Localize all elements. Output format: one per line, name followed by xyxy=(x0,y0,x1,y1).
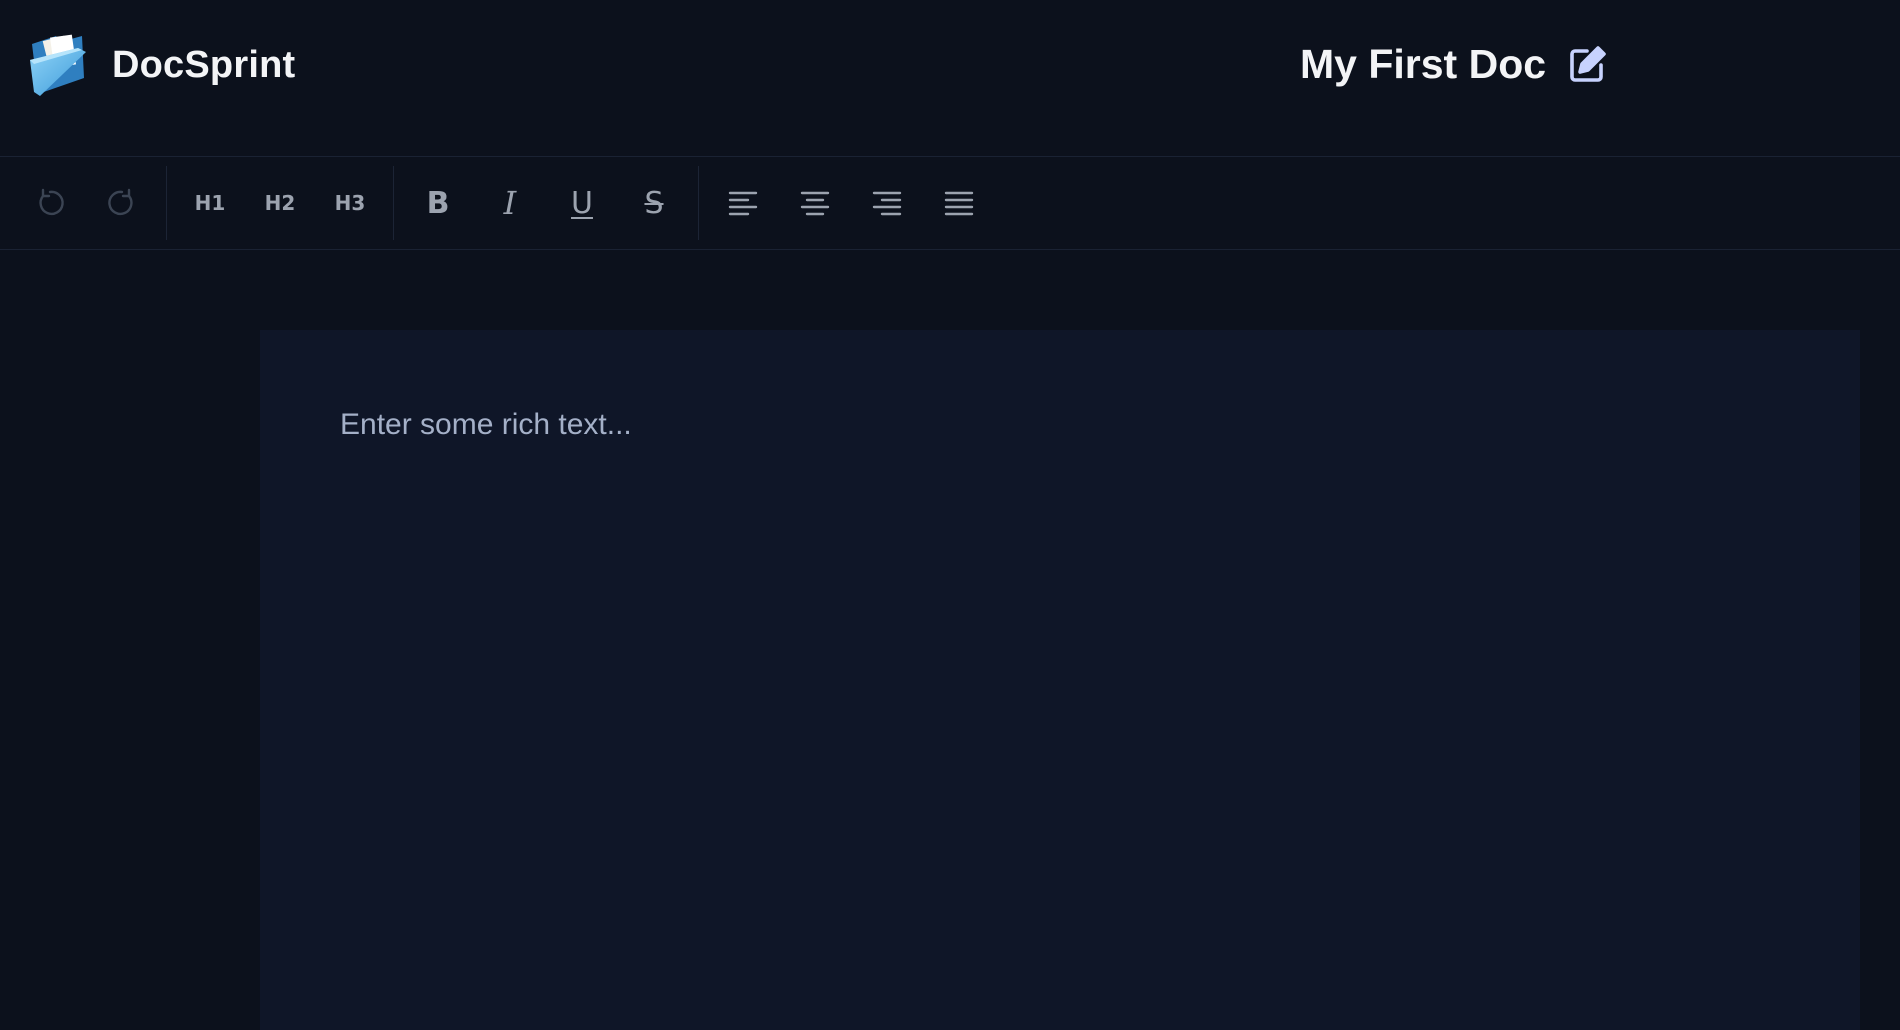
align-group xyxy=(707,157,995,249)
underline-button[interactable]: U xyxy=(550,171,614,235)
app-root: DocSprint My First Doc H1 H2 H3 B I U S … xyxy=(0,0,1900,1030)
heading-3-button[interactable]: H3 xyxy=(318,171,382,235)
align-left-icon xyxy=(728,191,758,216)
redo-button[interactable] xyxy=(90,171,154,235)
undo-icon xyxy=(39,188,64,216)
history-group xyxy=(14,157,158,249)
brand[interactable]: DocSprint xyxy=(26,30,295,100)
editor-area: Enter some rich text... xyxy=(0,250,1900,1030)
doc-title-area: My First Doc xyxy=(1300,38,1610,90)
format-group: B I U S xyxy=(402,157,690,249)
align-justify-icon xyxy=(944,191,974,216)
italic-button[interactable]: I xyxy=(478,171,542,235)
undo-button[interactable] xyxy=(18,171,82,235)
edit-icon xyxy=(1570,46,1606,82)
toolbar-divider xyxy=(393,166,394,240)
bold-icon: B xyxy=(426,185,450,221)
rich-text-editor[interactable]: Enter some rich text... xyxy=(260,330,1860,1030)
doc-title[interactable]: My First Doc xyxy=(1300,41,1546,88)
editor-placeholder: Enter some rich text... xyxy=(340,408,632,441)
editor-toolbar: H1 H2 H3 B I U S xyxy=(0,156,1900,250)
align-right-icon xyxy=(872,191,902,216)
align-center-button[interactable] xyxy=(783,171,847,235)
align-left-button[interactable] xyxy=(711,171,775,235)
edit-title-button[interactable] xyxy=(1566,42,1610,86)
heading-1-button[interactable]: H1 xyxy=(178,171,242,235)
heading-group: H1 H2 H3 xyxy=(175,157,385,249)
align-justify-button[interactable] xyxy=(927,171,991,235)
underline-icon: U xyxy=(571,185,593,221)
app-name: DocSprint xyxy=(112,43,296,86)
align-right-button[interactable] xyxy=(855,171,919,235)
toolbar-divider xyxy=(166,166,167,240)
align-center-icon xyxy=(800,191,830,216)
strikethrough-button[interactable]: S xyxy=(622,171,686,235)
bold-button[interactable]: B xyxy=(406,171,470,235)
toolbar-divider xyxy=(698,166,699,240)
redo-icon xyxy=(108,188,133,216)
folder-icon xyxy=(30,34,86,96)
strikethrough-icon: S xyxy=(644,185,664,221)
heading-2-button[interactable]: H2 xyxy=(248,171,312,235)
app-header: DocSprint My First Doc xyxy=(0,0,1900,156)
italic-icon: I xyxy=(503,184,517,222)
